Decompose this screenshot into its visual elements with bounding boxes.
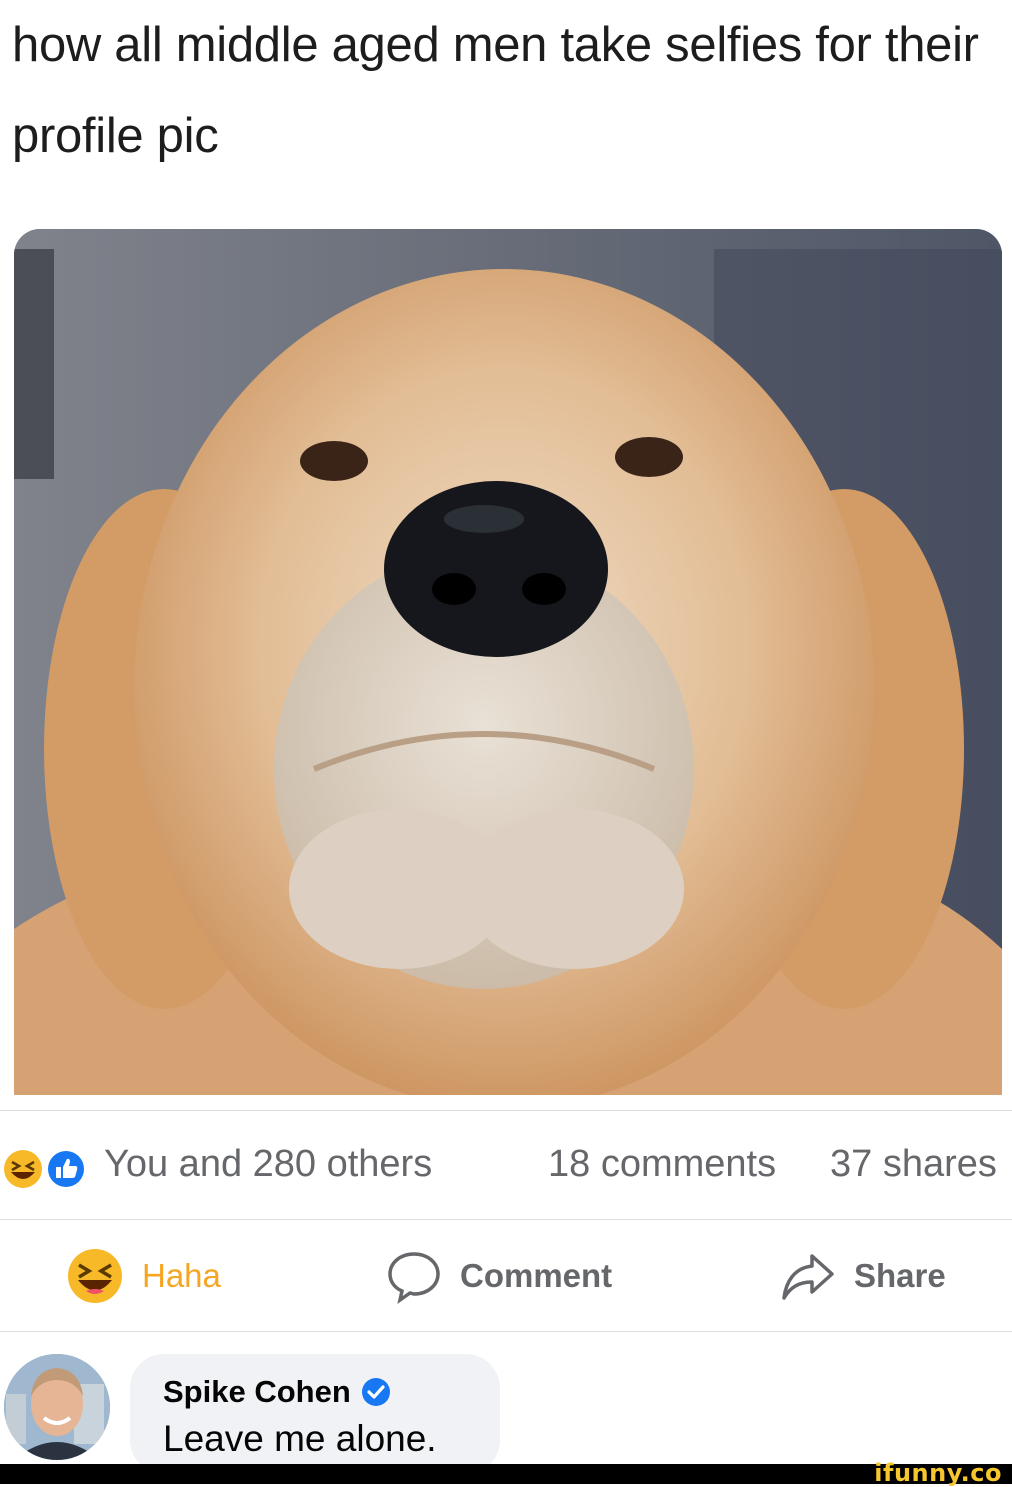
share-label: Share — [854, 1257, 946, 1294]
post-action-bar: Haha Comment Share — [0, 1222, 1012, 1330]
watermark-bar — [0, 1464, 1012, 1484]
post-caption: how all middle aged men take selfies for… — [12, 18, 979, 163]
divider-bottom — [0, 1331, 1012, 1332]
ifunny-watermark: ifunny.co — [874, 1459, 1002, 1487]
shares-count[interactable]: 37 shares — [830, 1143, 997, 1186]
divider-top — [0, 1110, 1012, 1111]
like-icon — [46, 1149, 86, 1189]
comment-author[interactable]: Spike Cohen — [163, 1374, 351, 1410]
comment-button[interactable]: Comment — [386, 1222, 612, 1330]
comment-text: Leave me alone. — [163, 1418, 437, 1459]
share-button[interactable]: Share — [780, 1222, 946, 1330]
divider-middle — [0, 1219, 1012, 1220]
comments-count[interactable]: 18 comments — [548, 1143, 776, 1186]
comment-bubble: Spike Cohen Leave me alone. — [130, 1354, 500, 1474]
reaction-stats-bar: You and 280 others 18 comments 37 shares — [0, 1135, 1012, 1205]
haha-button[interactable]: Haha — [66, 1222, 221, 1330]
dog-illustration — [14, 229, 1002, 1095]
share-arrow-icon — [782, 1254, 834, 1300]
comment-bubble-icon — [388, 1252, 440, 1304]
verified-badge-icon — [361, 1378, 390, 1406]
avatar[interactable] — [4, 1354, 110, 1460]
haha-emoji-icon — [4, 1150, 42, 1188]
reaction-summary[interactable]: You and 280 others — [104, 1143, 432, 1186]
comment-label: Comment — [460, 1257, 613, 1294]
comment-item: Spike Cohen Leave me alone. — [0, 1352, 1012, 1474]
haha-label: Haha — [142, 1257, 221, 1294]
reaction-icons[interactable] — [0, 1148, 96, 1190]
dog-selfie-photo[interactable] — [14, 229, 1002, 1095]
haha-emoji-icon — [68, 1249, 122, 1303]
